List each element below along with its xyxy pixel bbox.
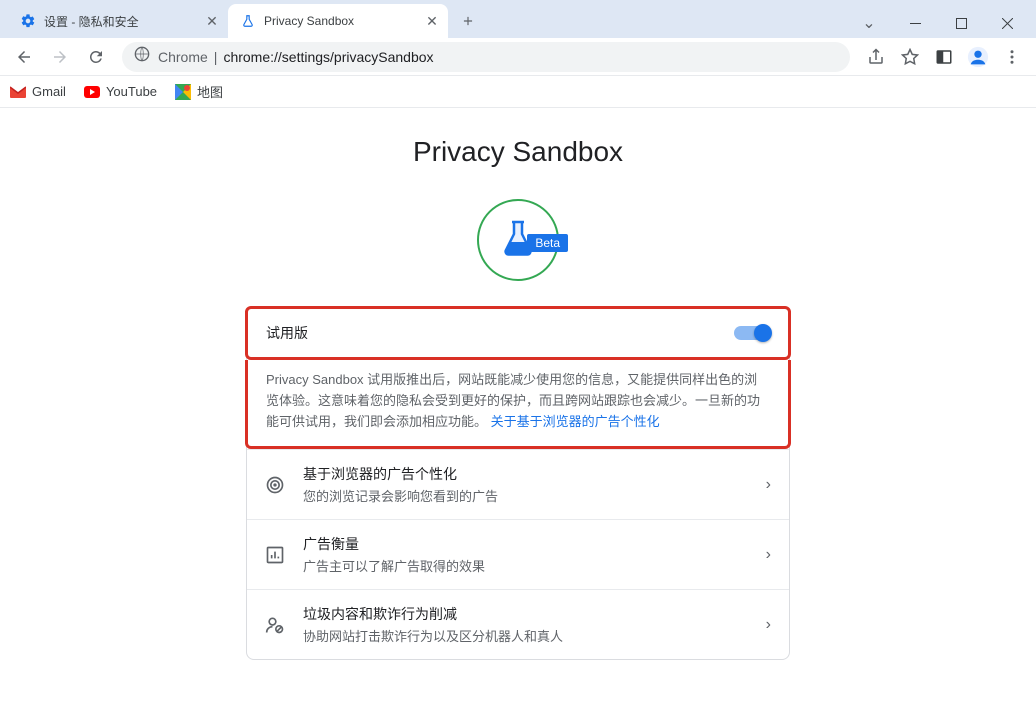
- person-block-icon: [265, 615, 285, 635]
- hero-flask-icon: Beta: [476, 198, 560, 287]
- maps-icon: [175, 84, 191, 100]
- minimize-button[interactable]: [892, 8, 938, 38]
- description-text: Privacy Sandbox 试用版推出后，网站既能减少使用您的信息，又能提供…: [266, 370, 770, 432]
- trial-label: 试用版: [266, 323, 308, 343]
- browser-tab-settings[interactable]: 设置 - 隐私和安全 ✕: [8, 4, 228, 38]
- row-subtitle: 您的浏览记录会影响您看到的广告: [303, 486, 748, 505]
- close-icon[interactable]: ✕: [424, 13, 440, 29]
- row-body: 垃圾内容和欺诈行为削减 协助网站打击欺诈行为以及区分机器人和真人: [303, 604, 748, 645]
- trial-toggle-row: 试用版: [245, 306, 791, 360]
- settings-card: 试用版 Privacy Sandbox 试用版推出后，网站既能减少使用您的信息，…: [246, 307, 790, 660]
- page-title: Privacy Sandbox: [413, 136, 623, 168]
- close-window-button[interactable]: [984, 8, 1030, 38]
- gear-icon: [20, 13, 36, 29]
- forward-button[interactable]: [44, 41, 76, 73]
- chevron-right-icon: ›: [766, 616, 771, 634]
- address-text: Chrome | chrome://settings/privacySandbo…: [158, 49, 434, 65]
- browser-tab-privacy-sandbox[interactable]: Privacy Sandbox ✕: [228, 4, 448, 38]
- youtube-icon: [84, 84, 100, 100]
- reload-button[interactable]: [80, 41, 112, 73]
- row-title: 基于浏览器的广告个性化: [303, 464, 748, 484]
- bookmark-maps[interactable]: 地图: [175, 82, 223, 101]
- menu-icon[interactable]: [996, 41, 1028, 73]
- row-spam-fraud[interactable]: 垃圾内容和欺诈行为削减 协助网站打击欺诈行为以及区分机器人和真人 ›: [247, 589, 789, 659]
- toolbar-actions: [860, 41, 1028, 73]
- bookmark-label: Gmail: [32, 84, 66, 99]
- description-box: Privacy Sandbox 试用版推出后，网站既能减少使用您的信息，又能提供…: [245, 360, 791, 449]
- tabs-dropdown-icon[interactable]: ⌄: [846, 13, 892, 33]
- chart-icon: [265, 545, 285, 565]
- target-icon: [265, 475, 285, 495]
- bookmark-star-icon[interactable]: [894, 41, 926, 73]
- tab-title: 设置 - 隐私和安全: [44, 13, 204, 30]
- row-subtitle: 广告主可以了解广告取得的效果: [303, 556, 748, 575]
- tab-title: Privacy Sandbox: [264, 14, 424, 28]
- new-tab-button[interactable]: [454, 7, 482, 35]
- bookmarks-bar: Gmail YouTube 地图: [0, 76, 1036, 108]
- row-title: 垃圾内容和欺诈行为削减: [303, 604, 748, 624]
- window-controls: ⌄: [846, 8, 1036, 38]
- maximize-button[interactable]: [938, 8, 984, 38]
- row-subtitle: 协助网站打击欺诈行为以及区分机器人和真人: [303, 626, 748, 645]
- bookmark-label: YouTube: [106, 84, 157, 99]
- browser-toolbar: Chrome | chrome://settings/privacySandbo…: [0, 38, 1036, 76]
- flask-icon: [240, 13, 256, 29]
- trial-toggle[interactable]: [734, 326, 770, 340]
- browser-titlebar: 设置 - 隐私和安全 ✕ Privacy Sandbox ✕ ⌄: [0, 0, 1036, 38]
- row-ad-personalization[interactable]: 基于浏览器的广告个性化 您的浏览记录会影响您看到的广告 ›: [247, 449, 789, 519]
- chevron-right-icon: ›: [766, 546, 771, 564]
- address-bar[interactable]: Chrome | chrome://settings/privacySandbo…: [122, 42, 850, 72]
- close-icon[interactable]: ✕: [204, 13, 220, 29]
- back-button[interactable]: [8, 41, 40, 73]
- row-body: 广告衡量 广告主可以了解广告取得的效果: [303, 534, 748, 575]
- site-info-icon[interactable]: [134, 46, 150, 67]
- beta-badge: Beta: [527, 234, 568, 252]
- profile-avatar[interactable]: [962, 41, 994, 73]
- bookmark-gmail[interactable]: Gmail: [10, 84, 66, 100]
- description-link[interactable]: 关于基于浏览器的广告个性化: [491, 414, 660, 429]
- share-icon[interactable]: [860, 41, 892, 73]
- row-title: 广告衡量: [303, 534, 748, 554]
- page-content: Privacy Sandbox Beta 试用版 Privacy Sandbox…: [0, 108, 1036, 701]
- bookmark-youtube[interactable]: YouTube: [84, 84, 157, 100]
- side-panel-icon[interactable]: [928, 41, 960, 73]
- row-ad-measurement[interactable]: 广告衡量 广告主可以了解广告取得的效果 ›: [247, 519, 789, 589]
- bookmark-label: 地图: [197, 82, 223, 101]
- row-body: 基于浏览器的广告个性化 您的浏览记录会影响您看到的广告: [303, 464, 748, 505]
- gmail-icon: [10, 84, 26, 100]
- chevron-right-icon: ›: [766, 476, 771, 494]
